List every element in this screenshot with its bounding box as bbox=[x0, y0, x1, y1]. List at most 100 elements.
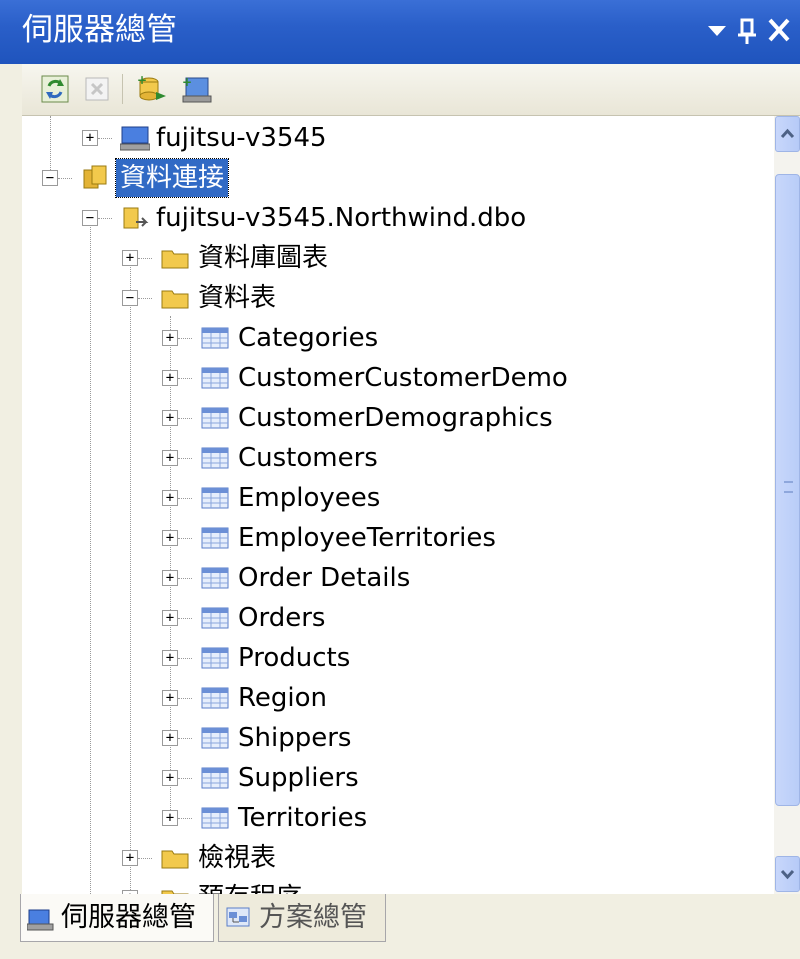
data-connections-icon bbox=[83, 165, 107, 189]
tree-node-server[interactable]: + fujitsu-v3545 bbox=[22, 118, 762, 158]
expand-toggle[interactable]: + bbox=[162, 730, 178, 746]
tree-node-table[interactable]: + Order Details bbox=[22, 558, 762, 598]
chevron-up-icon bbox=[780, 128, 795, 139]
scrollbar-grip bbox=[784, 481, 793, 493]
folder-icon bbox=[161, 250, 189, 269]
close-panel-button[interactable] bbox=[764, 8, 794, 52]
expand-toggle[interactable]: + bbox=[162, 330, 178, 346]
tree-node-table[interactable]: + Orders bbox=[22, 598, 762, 638]
folder-icon bbox=[161, 290, 189, 309]
toolbar-separator bbox=[122, 74, 123, 104]
tree-node-folder-stored-procedures[interactable]: + 預存程序 bbox=[22, 878, 762, 894]
table-icon bbox=[201, 767, 229, 789]
expand-toggle[interactable]: + bbox=[122, 250, 138, 266]
table-icon bbox=[201, 327, 229, 349]
tree-connector bbox=[138, 858, 152, 859]
table-icon bbox=[201, 647, 229, 669]
expand-toggle[interactable]: + bbox=[162, 490, 178, 506]
stop-icon bbox=[85, 77, 109, 101]
expand-toggle[interactable]: + bbox=[162, 570, 178, 586]
expand-toggle[interactable]: + bbox=[162, 610, 178, 626]
server-explorer-icon bbox=[27, 909, 54, 931]
tab-solution-explorer[interactable]: 方案總管 bbox=[218, 894, 386, 942]
tree-node-table[interactable]: + Suppliers bbox=[22, 758, 762, 798]
tree-connector bbox=[178, 458, 192, 459]
expand-toggle[interactable]: + bbox=[82, 130, 98, 146]
tree-node-label: Customers bbox=[238, 443, 378, 473]
auto-hide-pin-button[interactable] bbox=[734, 8, 760, 52]
tree-connector bbox=[178, 578, 192, 579]
tree-node-label: Orders bbox=[238, 603, 326, 633]
tree-node-label-selected: 資料連接 bbox=[114, 158, 230, 198]
tree-node-table[interactable]: + EmployeeTerritories bbox=[22, 518, 762, 558]
server-icon bbox=[120, 126, 150, 151]
tree-connector bbox=[58, 178, 72, 179]
window-position-dropdown[interactable] bbox=[704, 8, 730, 52]
tree-connector bbox=[178, 378, 192, 379]
solution-explorer-icon bbox=[226, 907, 250, 927]
tree-node-table[interactable]: + CustomerDemographics bbox=[22, 398, 762, 438]
refresh-button[interactable] bbox=[40, 74, 70, 104]
expand-toggle[interactable]: + bbox=[122, 850, 138, 866]
tree-connector bbox=[178, 818, 192, 819]
table-icon bbox=[201, 727, 229, 749]
server-explorer-tree: + fujitsu-v3545 − 資料連接 − fujitsu-v3545.N… bbox=[22, 116, 774, 894]
tree-node-table[interactable]: + Shippers bbox=[22, 718, 762, 758]
collapse-toggle[interactable]: − bbox=[122, 290, 138, 306]
tree-node-table[interactable]: + CustomerCustomerDemo bbox=[22, 358, 762, 398]
connect-server-icon: + bbox=[182, 75, 212, 103]
tree-node-folder-diagrams[interactable]: + 資料庫圖表 bbox=[22, 238, 762, 278]
tree-connector bbox=[138, 298, 152, 299]
scroll-down-button[interactable] bbox=[775, 856, 800, 892]
expand-toggle[interactable]: + bbox=[162, 450, 178, 466]
tree-connector bbox=[178, 698, 192, 699]
tree-node-label: 資料表 bbox=[198, 283, 277, 313]
svg-text:+: + bbox=[182, 75, 192, 89]
collapse-toggle[interactable]: − bbox=[42, 170, 58, 186]
tree-node-label: CustomerCustomerDemo bbox=[238, 363, 568, 393]
tab-server-explorer[interactable]: 伺服器總管 bbox=[20, 894, 214, 942]
connect-to-database-button[interactable]: + bbox=[134, 73, 166, 104]
tree-node-table[interactable]: + Customers bbox=[22, 438, 762, 478]
database-connection-icon bbox=[123, 207, 149, 229]
table-icon bbox=[201, 527, 229, 549]
tree-node-folder-tables[interactable]: − 資料表 bbox=[22, 278, 762, 318]
tree-node-label: 預存程序 bbox=[198, 879, 302, 894]
expand-toggle[interactable]: + bbox=[162, 770, 178, 786]
tree-node-label: EmployeeTerritories bbox=[238, 523, 496, 553]
tree-node-connection[interactable]: − fujitsu-v3545.Northwind.dbo bbox=[22, 198, 762, 238]
tree-node-folder-views[interactable]: + 檢視表 bbox=[22, 838, 762, 878]
tree-connector bbox=[98, 138, 112, 139]
table-icon bbox=[201, 567, 229, 589]
tree-node-label: Order Details bbox=[238, 563, 411, 593]
table-icon bbox=[201, 447, 229, 469]
expand-toggle[interactable]: + bbox=[162, 810, 178, 826]
stop-button[interactable] bbox=[82, 74, 112, 104]
expand-toggle[interactable]: + bbox=[162, 370, 178, 386]
tree-node-table[interactable]: + Categories bbox=[22, 318, 762, 358]
tree-node-label: Employees bbox=[238, 483, 381, 513]
collapse-toggle[interactable]: − bbox=[82, 210, 98, 226]
tree-node-data-connections[interactable]: − 資料連接 bbox=[22, 158, 762, 198]
refresh-icon bbox=[41, 75, 69, 103]
table-icon bbox=[201, 407, 229, 429]
close-icon bbox=[768, 18, 790, 42]
scroll-up-button[interactable] bbox=[775, 116, 800, 152]
expand-toggle[interactable]: + bbox=[162, 650, 178, 666]
tab-label: 伺服器總管 bbox=[61, 902, 196, 933]
vertical-scrollbar[interactable] bbox=[774, 116, 800, 894]
server-explorer-toolbar: + + bbox=[22, 64, 800, 116]
tree-connector bbox=[178, 538, 192, 539]
connect-to-server-button[interactable]: + bbox=[180, 74, 212, 104]
tree-node-table[interactable]: + Products bbox=[22, 638, 762, 678]
tree-node-label: Suppliers bbox=[238, 763, 359, 793]
table-icon bbox=[201, 687, 229, 709]
tree-connector bbox=[178, 618, 192, 619]
scrollbar-thumb[interactable] bbox=[775, 174, 800, 806]
tree-node-table[interactable]: + Employees bbox=[22, 478, 762, 518]
tree-node-table[interactable]: + Territories bbox=[22, 798, 762, 838]
expand-toggle[interactable]: + bbox=[162, 690, 178, 706]
expand-toggle[interactable]: + bbox=[162, 530, 178, 546]
tree-node-table[interactable]: + Region bbox=[22, 678, 762, 718]
expand-toggle[interactable]: + bbox=[162, 410, 178, 426]
